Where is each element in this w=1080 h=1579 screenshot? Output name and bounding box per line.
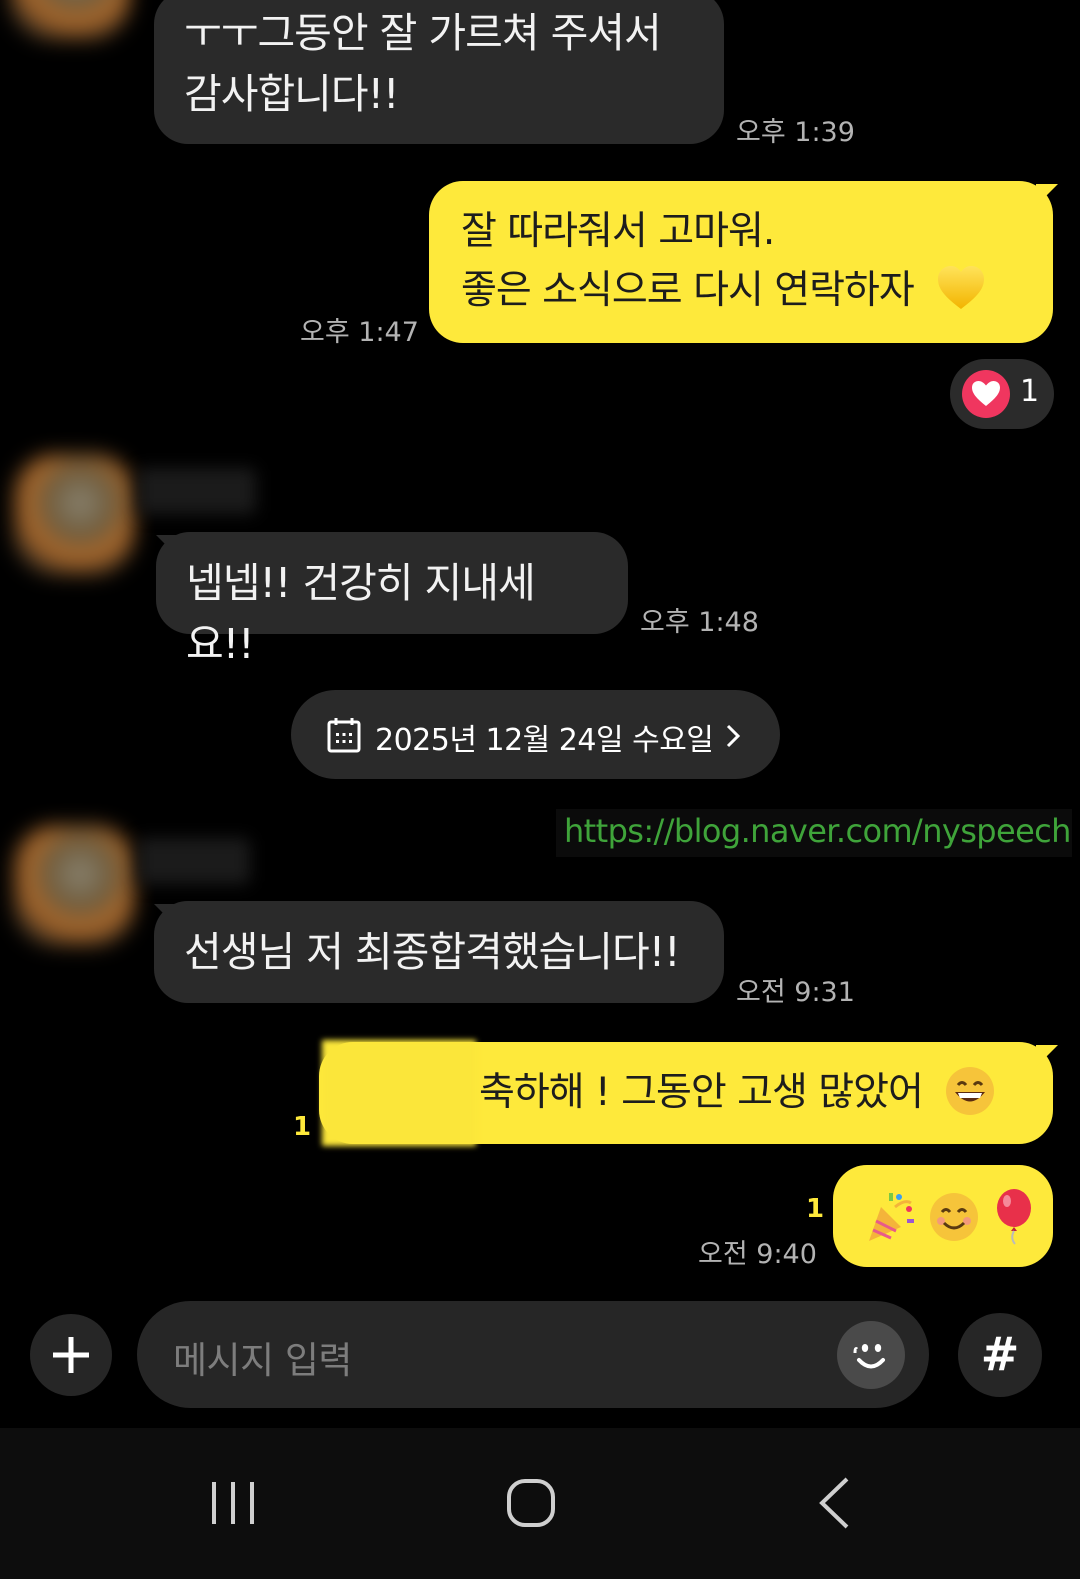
message-bubble-outgoing[interactable]	[833, 1165, 1053, 1267]
message-text-line: 감사합니다!!	[184, 70, 399, 118]
avatar[interactable]	[10, 0, 130, 40]
recent-apps-icon	[212, 1482, 254, 1524]
home-icon	[507, 1479, 555, 1527]
back-button[interactable]	[790, 1458, 880, 1548]
message-time: 오후 1:48	[640, 607, 759, 638]
message-input[interactable]: 메시지 입력	[137, 1301, 929, 1408]
home-button[interactable]	[486, 1458, 576, 1548]
message-text-line: ㅜㅜ그동안 잘 가르쳐 주셔서	[184, 9, 662, 57]
balloon-icon	[996, 1188, 1031, 1245]
message-text-line: 선생님 저 최종합격했습니다!!	[184, 928, 681, 976]
message-bubble-outgoing[interactable]: 잘 따라줘서 고마워. 좋은 소식으로 다시 연락하자	[429, 181, 1053, 343]
unread-count: 1	[806, 1194, 825, 1224]
bubble-tail	[1036, 184, 1058, 206]
date-divider[interactable]: 2025년 12월 24일 수요일	[291, 690, 780, 779]
message-time: 오후 1:39	[736, 117, 855, 148]
avatar[interactable]	[14, 826, 134, 946]
message-time: 오후 1:47	[300, 317, 419, 348]
calendar-icon	[327, 718, 361, 753]
sender-name	[138, 468, 256, 514]
message-bubble-incoming[interactable]: 넵넵!! 건강히 지내세요!!	[156, 532, 628, 668]
message-text-line: 잘 따라줘서 고마워.	[461, 209, 775, 254]
date-divider-label: 2025년 12월 24일 수요일	[375, 723, 714, 758]
grinning-face-icon	[946, 1066, 995, 1115]
hashtag-icon: #	[980, 1327, 1020, 1381]
party-popper-icon	[869, 1192, 914, 1241]
heart-icon	[962, 370, 1010, 418]
hashtag-button[interactable]: #	[958, 1313, 1042, 1397]
message-time: 오전 9:40	[698, 1239, 817, 1270]
attach-button[interactable]	[30, 1314, 112, 1396]
message-bubble-incoming[interactable]: ㅜㅜ그동안 잘 가르쳐 주셔서 감사합니다!!	[154, 0, 724, 144]
blurred-name-mention	[322, 1040, 476, 1146]
back-icon	[819, 1477, 849, 1529]
yellow-heart-icon	[938, 265, 985, 309]
reaction-count: 1	[1020, 374, 1040, 409]
message-input-placeholder: 메시지 입력	[173, 1339, 352, 1382]
message-time: 오전 9:31	[736, 977, 855, 1008]
chevron-right-icon	[726, 724, 741, 748]
bubble-tail	[1036, 1045, 1058, 1067]
watermark: https://blog.naver.com/nyspeech	[556, 809, 1072, 857]
sender-name	[138, 838, 250, 884]
message-text-line: 넵넵!! 건강히 지내세요!!	[186, 559, 536, 668]
message-text-line: 축하해 ! 그동안 고생 많았어	[479, 1063, 1021, 1122]
message-text-line: 좋은 소식으로 다시 연락하자	[461, 261, 1021, 320]
emoticon-button[interactable]	[837, 1321, 905, 1389]
emoticon-icon	[853, 1344, 885, 1369]
message-bubble-incoming[interactable]: 선생님 저 최종합격했습니다!!	[154, 901, 724, 1003]
recent-apps-button[interactable]	[190, 1458, 280, 1548]
avatar[interactable]	[14, 455, 134, 575]
reaction-badge[interactable]: 1	[950, 359, 1054, 429]
plus-icon	[53, 1337, 89, 1373]
smiling-face-icon	[930, 1192, 979, 1241]
system-navigation-bar	[0, 1428, 1080, 1579]
unread-count: 1	[293, 1112, 312, 1142]
